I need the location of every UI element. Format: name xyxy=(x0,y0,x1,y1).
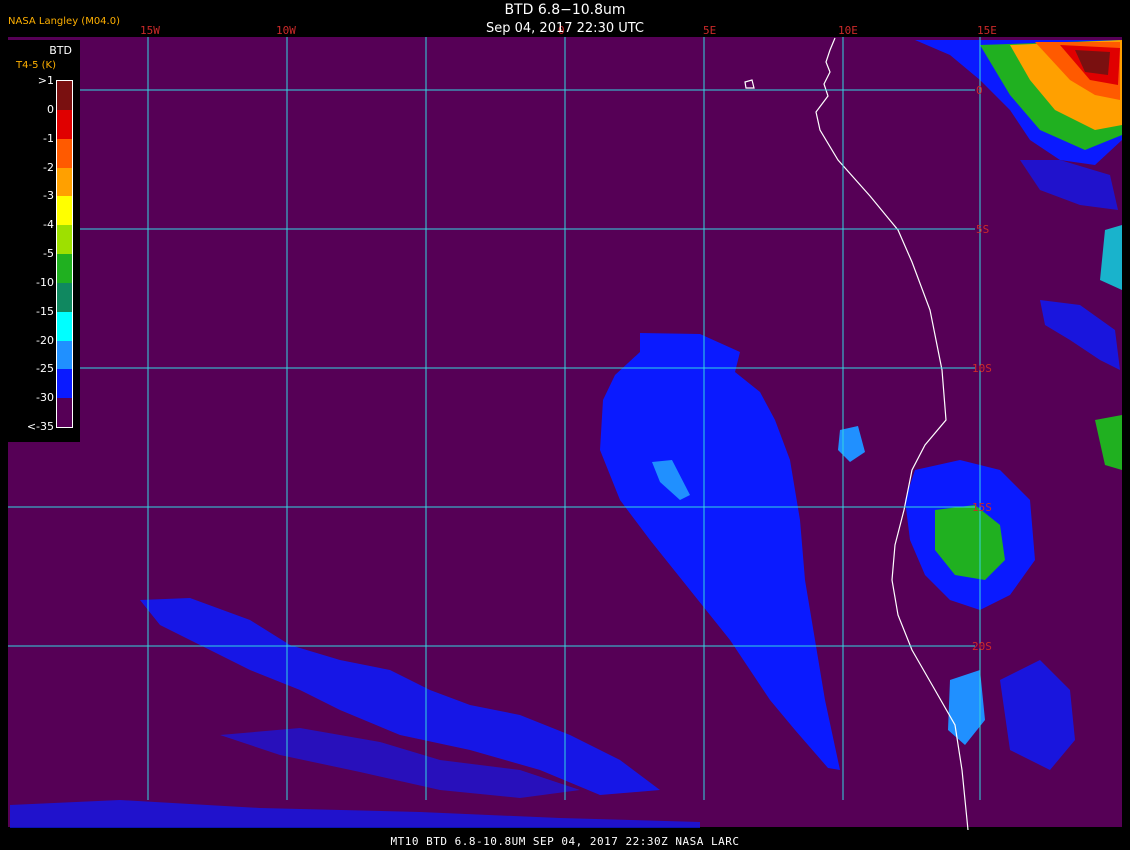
legend-tick-label: <-35 xyxy=(26,420,54,433)
legend-tick-label: -3 xyxy=(43,189,54,203)
legend-tick-label: -30 xyxy=(36,391,54,405)
lat-label-5s: 5S xyxy=(976,223,989,236)
footer-caption: MT10 BTD 6.8-10.8UM SEP 04, 2017 22:30Z … xyxy=(390,835,740,848)
producer-label: NASA Langley (M04.0) xyxy=(8,16,120,27)
legend-swatch xyxy=(57,109,72,139)
legend-tick-label: -5 xyxy=(43,247,54,260)
legend-swatch xyxy=(57,369,72,399)
legend-tick-label: -10 xyxy=(36,275,54,289)
lat-label-20s: 20S xyxy=(972,640,992,653)
legend-swatch xyxy=(57,138,72,168)
legend-tick-label: 0 xyxy=(47,102,54,116)
observation-datetime: Sep 04, 2017 22:30 UTC xyxy=(485,21,645,36)
legend-swatch xyxy=(57,340,72,370)
legend-swatch xyxy=(57,81,72,110)
lat-label-0: 0 xyxy=(976,84,983,97)
legend-swatch xyxy=(57,196,72,226)
legend-title: BTD xyxy=(49,44,72,57)
lat-label-15s: 15S xyxy=(972,501,992,514)
legend-swatch xyxy=(57,282,72,312)
legend-tick-label: -4 xyxy=(43,218,54,232)
legend-swatch xyxy=(57,254,72,283)
legend-tick-label: -25 xyxy=(36,362,54,376)
legend-swatch xyxy=(57,311,72,341)
satellite-map: 15W 10W 0 5E 10E 15E 0 5S 10S 15S 20S xyxy=(0,0,1130,850)
legend-color-bar xyxy=(56,80,73,428)
legend-tick-label: -15 xyxy=(36,304,54,318)
legend-subtitle: T4-5 (K) xyxy=(16,60,56,71)
legend-tick-label: -1 xyxy=(43,131,54,145)
legend-tick-label: -2 xyxy=(43,160,54,174)
color-legend: BTD T4-5 (K) >1 0 -1 -2 -3 -4 -5 -10 -15 -20 -25 -3… xyxy=(8,40,80,442)
legend-tick-label: -20 xyxy=(36,333,54,347)
product-title: BTD 6.8−10.8um xyxy=(504,2,626,18)
legend-swatch xyxy=(57,398,72,428)
legend-tick-label: >1 xyxy=(37,74,54,87)
legend-swatch xyxy=(57,167,72,197)
lat-label-10s: 10S xyxy=(972,362,992,375)
legend-swatch xyxy=(57,225,72,255)
